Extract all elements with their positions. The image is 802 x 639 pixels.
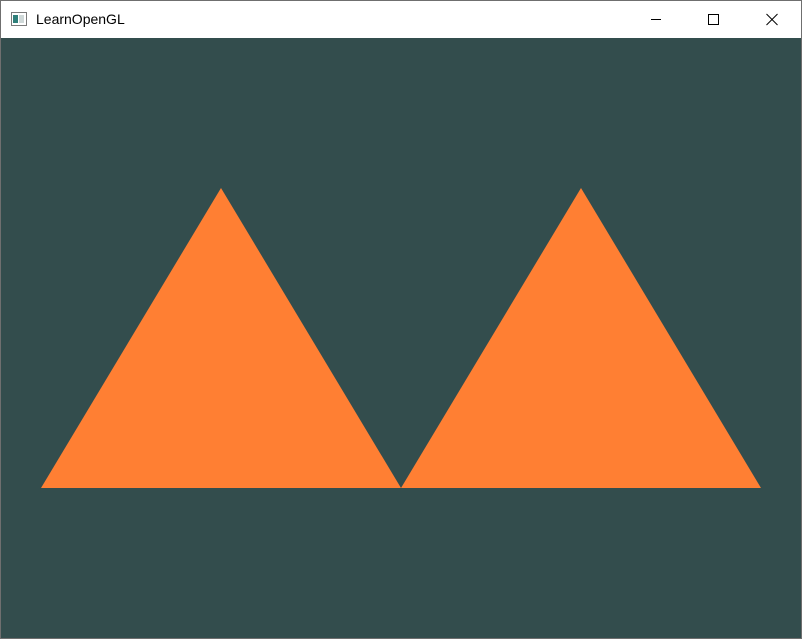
maximize-icon: [708, 14, 719, 25]
minimize-icon: [651, 19, 661, 20]
close-button[interactable]: [743, 1, 801, 38]
right-triangle: [401, 188, 761, 488]
render-canvas: [41, 188, 761, 488]
maximize-button[interactable]: [685, 1, 743, 38]
opengl-window-icon: [11, 12, 27, 26]
minimize-button[interactable]: [627, 1, 685, 38]
opengl-viewport[interactable]: [1, 38, 801, 638]
left-triangle: [41, 188, 401, 488]
title-bar[interactable]: LearnOpenGL: [1, 1, 801, 38]
close-icon: [766, 13, 778, 26]
app-window: LearnOpenGL: [0, 0, 802, 639]
window-title: LearnOpenGL: [36, 11, 125, 27]
